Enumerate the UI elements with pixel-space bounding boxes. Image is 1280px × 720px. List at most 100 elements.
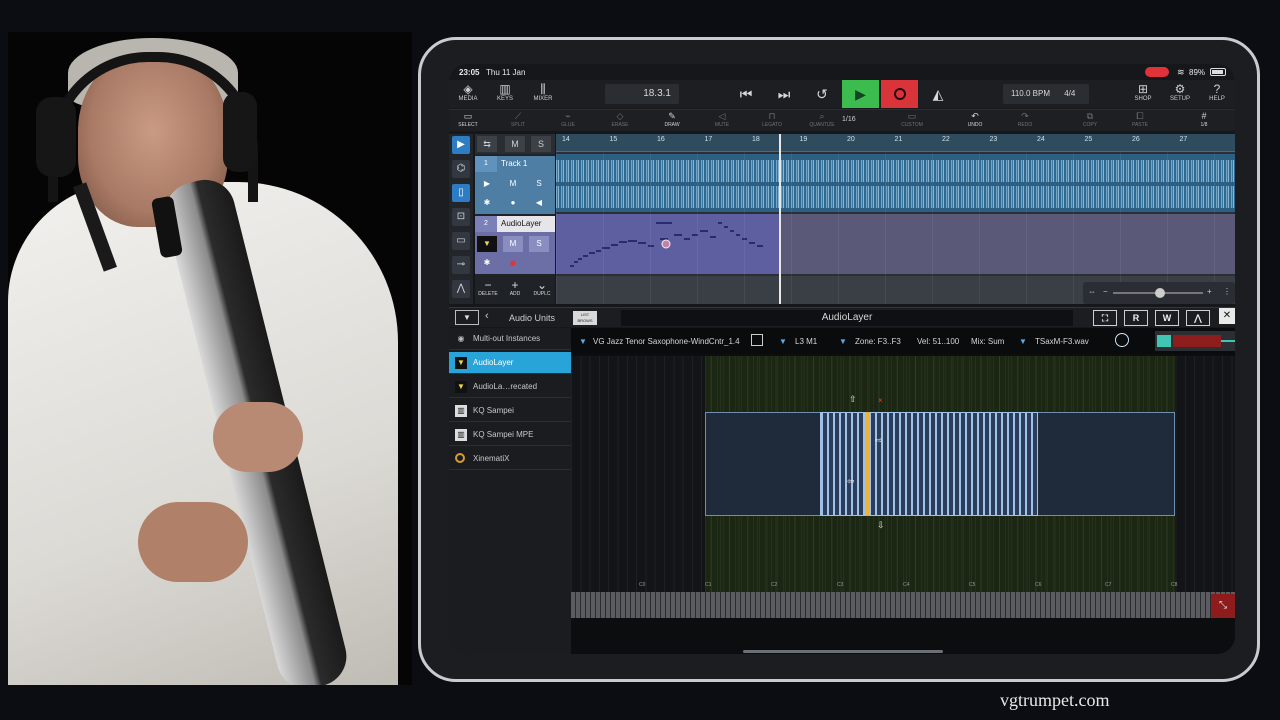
automation-button[interactable]: ⋀ [452, 280, 470, 298]
clip-edit-button[interactable]: ▯ [452, 184, 470, 202]
zoom-control[interactable]: ⇔ − + ⋮ [1083, 282, 1235, 304]
rewind-button[interactable]: ⏮ [728, 80, 764, 108]
root-key-marker[interactable] [865, 412, 870, 516]
legato-tool[interactable]: ⊓ LEGATO [757, 111, 787, 128]
track-1-mute[interactable]: M [503, 176, 523, 192]
zone-dropdown-icon[interactable]: ▼ [839, 337, 847, 346]
arrow-right-icon[interactable]: ⇨ [875, 435, 883, 446]
plugin-audiolayer[interactable]: ▼ AudioLayer [449, 352, 571, 374]
mute-tool[interactable]: ◁ MUTE [707, 111, 737, 128]
track-1-monitor-icon[interactable]: ◀ [529, 195, 549, 211]
pointer-tool-button[interactable]: ▶ [452, 136, 470, 154]
erase-tool[interactable]: ◇ ERASE [605, 111, 635, 128]
add-track-button[interactable]: + ADD [502, 278, 528, 297]
zone-value[interactable]: Zone: F3..F3 [855, 337, 901, 346]
velocity-value[interactable]: Vel: 51..100 [917, 337, 959, 346]
loop-button[interactable]: ↺ [804, 80, 840, 108]
track-1-audio-clip[interactable] [556, 154, 1235, 212]
metronome-button[interactable]: ◭ [920, 80, 956, 108]
plugin-audiolayer-deprecated[interactable]: ▼ AudioLa…recated [449, 376, 571, 398]
redo-button[interactable]: ↷ REDO [1010, 111, 1040, 128]
mix-value[interactable]: Mix: Sum [971, 337, 1004, 346]
shop-button[interactable]: ⊞ SHOP [1128, 82, 1158, 102]
bar-number: 24 [1037, 136, 1045, 143]
split-tool[interactable]: ⟋ SPLIT [503, 111, 533, 128]
paste-button[interactable]: ⧠ PASTE [1125, 111, 1155, 128]
help-button[interactable]: ? HELP [1202, 82, 1232, 102]
track-1-play-icon[interactable]: ▶ [477, 176, 497, 192]
delete-track-button[interactable]: − DELETE [475, 278, 501, 297]
playhead[interactable] [779, 134, 781, 304]
zoom-slider-knob[interactable] [1155, 288, 1165, 298]
draw-tool[interactable]: ✎ DRAW [657, 111, 687, 128]
layer-dropdown-icon[interactable]: ▼ [779, 337, 787, 346]
arrow-up-icon[interactable]: ⇧ [849, 394, 857, 405]
track-2-solo[interactable]: S [529, 236, 549, 252]
track-1-header[interactable]: 1 Track 1 ▶ M S ✱ ● ◀ [475, 156, 555, 214]
global-solo-button[interactable]: S [531, 136, 551, 152]
quantize-value[interactable]: 1/16 [842, 116, 856, 123]
automation-icon[interactable]: ⋀ [1186, 310, 1210, 326]
monitor-button[interactable]: ▭ [452, 232, 470, 250]
keys-button[interactable]: ▥ KEYS [490, 82, 520, 102]
read-automation-button[interactable]: R [1124, 310, 1148, 326]
sample-name[interactable]: TSaxM-F3.wav [1035, 337, 1089, 346]
copy-button[interactable]: ⧉ COPY [1075, 111, 1105, 128]
plugin-menu-button[interactable]: ▼ [455, 310, 479, 325]
tune-knob-icon[interactable] [1115, 333, 1129, 347]
glue-tool[interactable]: ⌁ GLUE [553, 111, 583, 128]
mixer-button[interactable]: ⫼ MIXER [528, 82, 558, 102]
duplicate-track-button[interactable]: ⌄ DUPLC [529, 278, 555, 297]
plugin-button[interactable]: ⊡ [452, 208, 470, 226]
velocity-zone-selection[interactable] [820, 412, 1038, 516]
track-1-fx-icon[interactable]: ✱ [477, 195, 497, 211]
track-1-record-arm[interactable]: ● [503, 195, 523, 211]
track-options-button[interactable]: ⇆ [477, 136, 497, 152]
save-icon[interactable] [751, 334, 763, 346]
sample-overview[interactable] [1155, 331, 1235, 351]
bar-ruler[interactable]: 14 15 16 17 18 19 20 21 22 23 24 25 26 27 [556, 134, 1235, 152]
track-1-solo[interactable]: S [529, 176, 549, 192]
erase-label: ERASE [611, 122, 629, 128]
plugin-label: XinematiX [473, 454, 510, 463]
select-tool[interactable]: ▭ SELECT [453, 111, 483, 128]
arrow-left-icon[interactable]: ⇦ [847, 476, 855, 487]
undo-button[interactable]: ↶ UNDO [960, 111, 990, 128]
layer-value[interactable]: L3 M1 [795, 337, 817, 346]
quantize-tool[interactable]: ⌕ QUANTIZE [807, 111, 837, 128]
back-chevron-icon[interactable]: ‹ [485, 310, 489, 322]
arranger-timeline[interactable]: 14 15 16 17 18 19 20 21 22 23 24 25 26 27 [556, 134, 1235, 304]
track-2-record-arm[interactable]: ● [503, 255, 523, 271]
play-button[interactable]: ▶ [842, 80, 879, 108]
grid-button[interactable]: #1/8 [1189, 111, 1219, 128]
forward-button[interactable]: ⏭ [766, 80, 802, 108]
piano-keyboard[interactable]: ⤡ [571, 592, 1235, 618]
routing-button[interactable]: ⌬ [452, 160, 470, 178]
plugin-xinematix[interactable]: XinematiX [449, 448, 571, 470]
preset-dropdown-icon[interactable]: ▼ [579, 337, 587, 346]
custom-tool[interactable]: ▭ CUSTOM [897, 111, 927, 128]
arrow-down-icon[interactable]: ⇩ [877, 520, 885, 531]
tempo-display[interactable]: 110.0 BPM 4/4 [1003, 84, 1089, 104]
zone-map[interactable]: ⇧ × ⇨ ⇦ ⇩ C0 C1 C2 C3 C4 C5 C6 C7 C8 [571, 356, 1235, 592]
send-button[interactable]: ⊸ [452, 256, 470, 274]
resize-corner-icon[interactable]: ⤡ [1211, 594, 1235, 618]
plugin-kq-sampei[interactable]: ▥ KQ Sampei [449, 400, 571, 422]
track-2-header[interactable]: 2 AudioLayer ▼ M S ✱ ● [475, 216, 555, 274]
global-mute-button[interactable]: M [505, 136, 525, 152]
track-2-fx-icon[interactable]: ✱ [477, 255, 497, 271]
media-button[interactable]: ◈ MEDIA [453, 82, 483, 102]
write-automation-button[interactable]: W [1155, 310, 1179, 326]
list-browse-button[interactable]: LIST BROWS [573, 311, 597, 325]
plugin-multi-out[interactable]: ◉ Multi-out Instances [449, 328, 571, 350]
preset-name[interactable]: VG Jazz Tenor Saxophone-WindCntr_1.4 [593, 337, 740, 346]
sample-dropdown-icon[interactable]: ▼ [1019, 337, 1027, 346]
position-display[interactable]: 18.3.1 [605, 84, 679, 104]
setup-button[interactable]: ⚙ SETUP [1165, 82, 1195, 102]
close-icon[interactable]: ✕ [1219, 308, 1235, 324]
plugin-kq-sampei-mpe[interactable]: ▥ KQ Sampei MPE [449, 424, 571, 446]
expand-button[interactable]: ⛶ [1093, 310, 1117, 326]
track-2-mute[interactable]: M [503, 236, 523, 252]
track-2-instrument-icon[interactable]: ▼ [477, 236, 497, 252]
record-button[interactable] [881, 80, 918, 108]
